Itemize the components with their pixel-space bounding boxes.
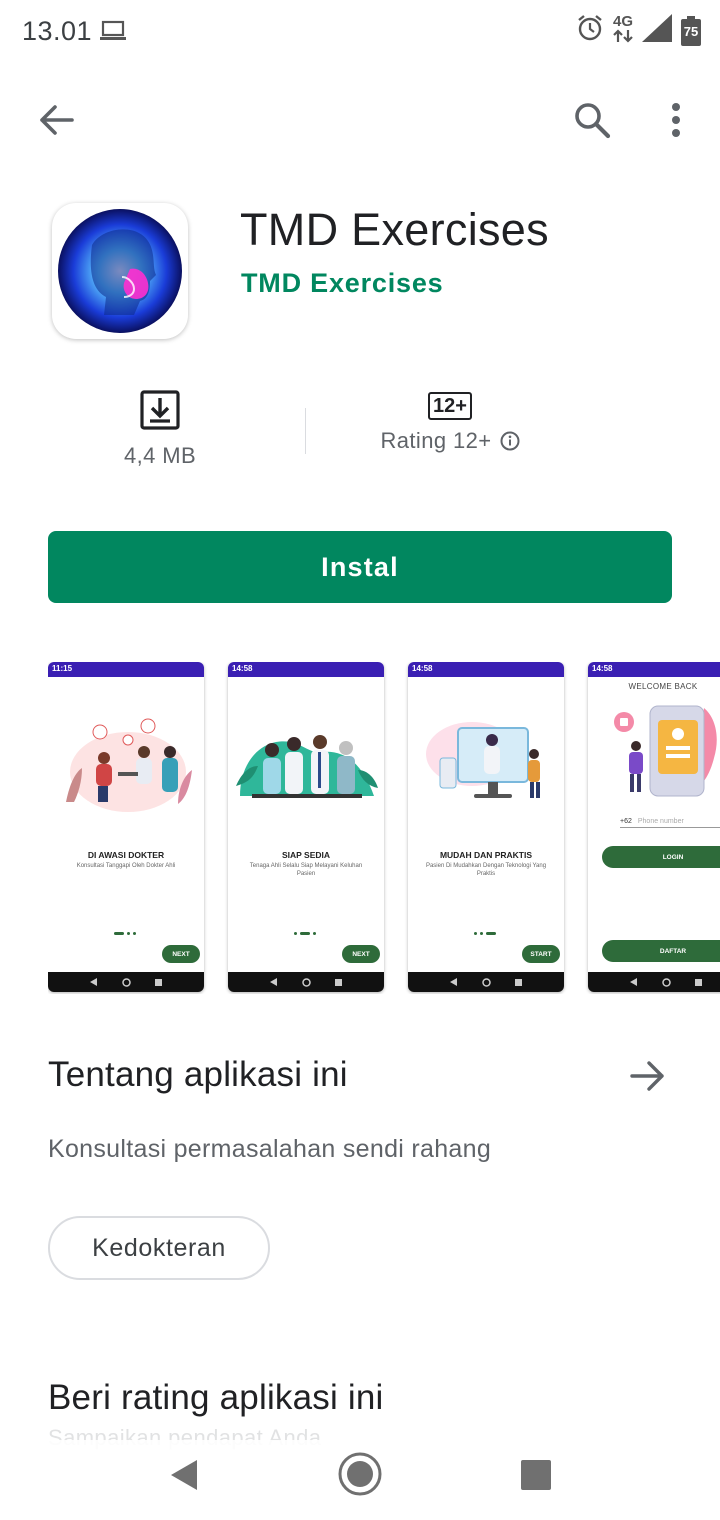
battery-icon: 75 [680,15,702,46]
install-button[interactable]: Instal [48,531,672,603]
arrow-forward-icon [630,1061,664,1091]
download-icon [140,390,180,430]
page-dots [294,932,316,935]
screenshot-phone-field: +62 Phone number [620,818,720,828]
nav-home-button[interactable] [336,1450,384,1498]
screenshot-start-button: START [522,945,560,963]
about-title: Tentang aplikasi ini [48,1055,348,1094]
screenshot-title: MUDAH DAN PRAKTIS [439,850,533,860]
medical-team-illustration [236,735,378,798]
screenshot-status-bar: 14:58 [228,662,384,677]
search-button[interactable] [566,96,618,144]
screenshot-subtitle: Pasien Di Mudahkan Dengan Teknologi Yang… [425,863,547,877]
nav-back-button[interactable] [160,1452,208,1498]
screenshot-title: SIAP SEDIA [281,850,331,860]
category-chip[interactable]: Kedokteran [48,1216,270,1280]
screenshot-status-bar: 14:58 [588,662,720,677]
more-vert-icon [672,103,680,137]
screenshot-status-bar: 11:15 [48,662,204,677]
battery-level: 75 [683,23,699,39]
screenshot-nav-bar [228,972,384,992]
nav-recent-icon [521,1460,551,1490]
age-rating-stat[interactable]: 12+ Rating 12+ [360,392,540,454]
screenshot-login-button: LOGIN [602,846,720,868]
app-title: TMD Exercises [240,204,549,255]
back-arrow-icon [40,105,74,135]
login-illustration [614,705,717,797]
screenshot-2[interactable]: 14:58 SIAP SEDIA Tenaga Ahli Selalu Siap… [228,662,384,992]
doctors-illustration [66,718,192,812]
screenshot-welcome: WELCOME BACK [628,682,698,691]
rating-label: Rating 12+ [380,428,492,453]
search-icon [575,103,611,139]
screenshot-next-button: NEXT [342,945,380,963]
nav-back-icon [171,1460,197,1490]
system-nav-bar [0,1440,720,1520]
nav-recent-button[interactable] [512,1452,560,1498]
screenshot-subtitle: Tenaga Ahli Selalu Siap Melayani Keluhan… [249,863,363,877]
telemedicine-illustration [426,722,540,798]
about-more-button[interactable] [622,1052,674,1100]
size-stat: 4,4 MB [80,390,240,469]
more-options-button[interactable] [652,96,700,144]
page-dots [474,932,496,935]
size-label: 4,4 MB [123,443,197,468]
laptop-icon [100,20,126,47]
status-time: 13.01 [22,16,93,46]
status-bar: 13.01 4G 75 [0,0,720,64]
back-button[interactable] [30,98,82,142]
rating-label-row: Rating 12+ [360,428,540,454]
about-description: Konsultasi permasalahan sendi rahang [48,1135,492,1163]
screenshot-4[interactable]: 14:58 WELCOME BACK +62 Phone number LOGIN… [588,662,720,992]
nav-home-icon [338,1452,382,1496]
screenshot-status-bar: 14:58 [408,662,564,677]
developer-link[interactable]: TMD Exercises [241,268,444,299]
stat-divider [305,408,306,454]
screenshot-nav-bar [588,972,720,992]
screenshot-title: DI AWASI DOKTER [87,850,165,860]
alarm-icon [576,14,604,47]
screenshot-nav-bar [48,972,204,992]
signal-icon [642,14,672,47]
status-icons: 4G 75 [576,14,702,47]
network-label: 4G [612,14,634,46]
screenshot-nav-bar [408,972,564,992]
app-icon [52,203,188,339]
age-badge: 12+ [428,392,472,420]
screenshot-1[interactable]: 11:15 DI AWASI DOKTER Konsultasi Tanggap… [48,662,204,992]
screenshot-next-button: NEXT [162,945,200,963]
screenshot-carousel[interactable]: 11:15 DI AWASI DOKTER Konsultasi Tanggap… [48,662,720,994]
page-dots [114,932,136,935]
screenshot-subtitle: Konsultasi Tanggapi Oleh Dokter Ahli [76,863,176,869]
app-bar [0,90,720,150]
screenshot-register-button: DAFTAR [602,940,720,962]
rate-title: Beri rating aplikasi ini [48,1378,384,1417]
screenshot-3[interactable]: 14:58 MUDAH DAN PRAKTIS Pasien Di Mudahk… [408,662,564,992]
info-icon [500,431,520,451]
